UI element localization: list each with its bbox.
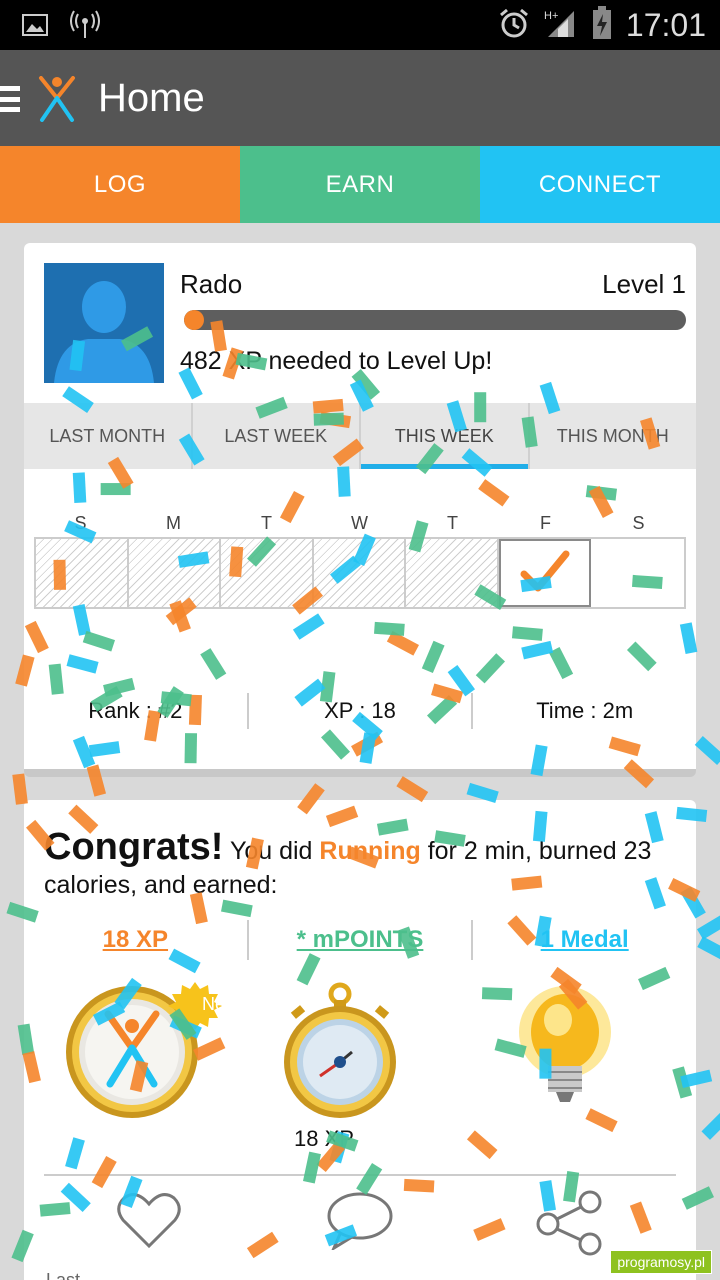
day-cell-wednesday[interactable] xyxy=(313,539,407,607)
radio-signal-icon xyxy=(70,10,100,45)
day-letter: S xyxy=(74,513,87,533)
confetti-piece xyxy=(694,735,720,765)
comment-button[interactable] xyxy=(326,1190,394,1255)
day-letter: S xyxy=(632,513,645,533)
day-letter: W xyxy=(351,513,368,533)
divider xyxy=(44,1174,676,1176)
congrats-text-before: You did xyxy=(223,837,320,865)
rank-stat: Rank : #2 xyxy=(24,693,249,729)
new-badge-label: New xyxy=(202,994,239,1014)
confetti-piece xyxy=(697,913,720,940)
watermark: programosy.pl xyxy=(610,1250,712,1274)
xp-needed-text: 482 XP needed to Level Up! xyxy=(180,347,493,375)
day-cell-sunday[interactable] xyxy=(36,539,129,607)
heart-icon xyxy=(116,1193,182,1254)
reward-points-link[interactable]: * mPOINTS xyxy=(249,920,474,960)
app-bar: Home xyxy=(0,50,720,146)
activity-name: Running xyxy=(319,837,421,865)
time-stat: Time : 2m xyxy=(536,698,634,723)
battery-icon xyxy=(592,5,612,45)
menu-icon[interactable] xyxy=(0,86,20,112)
stopwatch-label: 18 XP xyxy=(294,1126,354,1151)
user-name: Rado xyxy=(180,269,243,299)
day-letter: T xyxy=(447,513,458,533)
xp-stat: XP : 18 xyxy=(249,693,474,729)
day-letter: F xyxy=(540,513,551,533)
status-bar: H+ 17:01 xyxy=(0,0,720,50)
day-cell-friday[interactable] xyxy=(498,539,592,607)
congrats-message: Congrats! You did Running for 2 min, bur… xyxy=(44,828,684,902)
share-icon xyxy=(534,1190,604,1260)
alarm-icon xyxy=(498,7,530,44)
signal-strength-icon: H+ xyxy=(544,7,578,44)
confetti-piece xyxy=(701,1110,720,1140)
tab-log[interactable]: LOG xyxy=(0,146,240,223)
period-tabs: LAST MONTH LAST WEEK THIS WEEK THIS MONT… xyxy=(24,403,696,469)
app-logo xyxy=(38,76,76,122)
network-type: H+ xyxy=(544,10,558,22)
reward-xp-link[interactable]: 18 XP xyxy=(24,920,249,960)
like-button[interactable] xyxy=(116,1190,182,1255)
avatar[interactable] xyxy=(44,263,164,383)
status-time: 17:01 xyxy=(625,6,706,43)
congrats-card: Congrats! You did Running for 2 min, bur… xyxy=(24,800,696,1280)
day-cell-tuesday[interactable] xyxy=(221,539,314,607)
tab-last-week[interactable]: LAST WEEK xyxy=(193,403,361,469)
tab-this-month[interactable]: THIS MONTH xyxy=(530,403,697,469)
congrats-title: Congrats! xyxy=(44,826,224,868)
week-activity-grid xyxy=(34,537,686,609)
confetti-piece xyxy=(697,936,720,962)
bottom-label: Last xyxy=(46,1270,81,1280)
checkmark-icon xyxy=(520,548,570,599)
reward-medal-link[interactable]: 1 Medal xyxy=(473,920,696,960)
day-letter: M xyxy=(166,513,181,533)
gallery-notification-icon xyxy=(22,13,48,42)
level-badge[interactable]: New xyxy=(62,980,238,1125)
day-cell-saturday[interactable] xyxy=(591,539,685,607)
xp-progress-fill xyxy=(184,310,205,330)
day-cell-monday[interactable] xyxy=(128,539,222,607)
tab-last-month[interactable]: LAST MONTH xyxy=(24,403,193,469)
main-tabs: LOG EARN CONNECT xyxy=(0,146,720,223)
page-title: Home xyxy=(98,76,205,120)
day-letter: T xyxy=(261,513,272,533)
confetti-piece xyxy=(396,776,429,803)
tab-this-week[interactable]: THIS WEEK xyxy=(361,403,530,469)
xp-progress-bar xyxy=(184,310,686,330)
confetti-piece xyxy=(12,773,28,805)
stopwatch-icon[interactable] xyxy=(276,980,406,1125)
profile-card: Rado Level 1 482 XP needed to Level Up! … xyxy=(24,243,696,777)
tab-connect[interactable]: CONNECT xyxy=(480,146,720,223)
week-stats: Rank : #2 XP : 18 Time : 2m xyxy=(24,693,696,729)
week-day-letters: S M T W T F S xyxy=(34,513,686,534)
user-level: Level 1 xyxy=(602,269,686,299)
tab-earn[interactable]: EARN xyxy=(240,146,480,223)
day-cell-thursday[interactable] xyxy=(406,539,499,607)
lightbulb-medal-icon[interactable] xyxy=(510,980,620,1125)
comment-icon xyxy=(326,1192,394,1254)
share-button[interactable] xyxy=(534,1190,604,1261)
rewards-row: 18 XP * mPOINTS 1 Medal xyxy=(24,920,696,960)
